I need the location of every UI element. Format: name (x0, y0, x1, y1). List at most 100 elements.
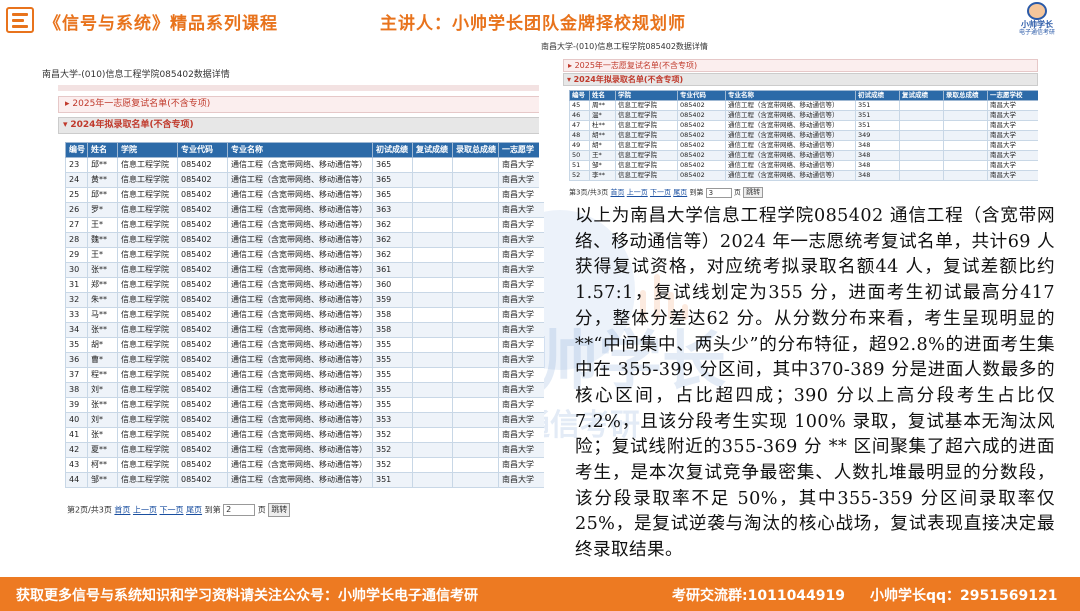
table-cell: 信息工程学院 (117, 427, 178, 443)
pager-prev-link[interactable]: 上一页 (627, 189, 648, 197)
column-header: 录取总成绩 (452, 142, 499, 158)
pager-last-link[interactable]: 尾页 (673, 189, 687, 197)
column-header: 复试成绩 (412, 142, 453, 158)
table-cell (412, 442, 453, 458)
pager-status: 第3页/共3页 (569, 188, 609, 197)
pager-jump-button[interactable]: 跳转 (268, 503, 291, 517)
table-pager: 第2页/共3页 首页 上一页 下一页 尾页 到第 2 页 跳转 (67, 503, 291, 517)
table-cell (412, 217, 453, 233)
panel-first-choice-2025[interactable]: ▸ 2025年一志愿复试名单(不含专项) (563, 59, 1038, 72)
pager-jump-button[interactable]: 跳转 (743, 187, 764, 198)
table-cell: 通信工程（含宽带网络、移动通信等） (227, 367, 373, 383)
table-cell: 351 (855, 110, 900, 121)
logo-name: 小帅学长 (1021, 20, 1053, 29)
table-cell (412, 457, 453, 473)
table-cell (899, 150, 944, 161)
table-cell: 通信工程（含宽带网络、移动通信等） (227, 217, 373, 233)
column-header: 学院 (117, 142, 178, 158)
table-cell: 周** (589, 100, 616, 111)
table-cell: 信息工程学院 (117, 412, 178, 428)
logo-subtitle: 电子通信考研 (1018, 29, 1055, 36)
pager-first-link[interactable]: 首页 (611, 189, 625, 197)
table-cell: 王* (87, 217, 118, 233)
table-cell: 085402 (177, 307, 228, 323)
table-cell: 王* (589, 150, 616, 161)
table-cell: 085402 (177, 172, 228, 188)
table-cell: 王* (87, 247, 118, 263)
panel-first-choice-2025[interactable]: ▸ 2025年一志愿复试名单(不含专项) (58, 96, 544, 113)
table-cell (452, 202, 499, 218)
table-cell (412, 172, 453, 188)
table-cell: 通信工程（含宽带网络、移动通信等） (227, 472, 373, 488)
table-cell: 信息工程学院 (117, 472, 178, 488)
table-cell: 南昌大学 (498, 202, 544, 218)
table-cell: 365 (372, 172, 413, 188)
table-row: 38 刘* 信息工程学院 085402 通信工程（含宽带网络、移动通信等） 355 南昌大学 (65, 382, 544, 398)
table-cell: 42 (65, 442, 88, 458)
table-cell: 南昌大学 (498, 217, 544, 233)
table-cell: 南昌大学 (498, 352, 544, 368)
table-cell (452, 217, 499, 233)
table-cell: 39 (65, 397, 88, 413)
pager-next-link[interactable]: 下一页 (160, 506, 184, 515)
table-cell: 23 (65, 157, 88, 173)
table-cell: 信息工程学院 (117, 187, 178, 203)
table-cell: 罗* (87, 202, 118, 218)
table-cell: 温* (589, 110, 616, 121)
table-cell: 南昌大学 (987, 130, 1038, 141)
table-row: 52 李** 信息工程学院 085402 通信工程（含宽带网络、移动通信等） 348 南昌大… (569, 170, 1038, 181)
table-row: 32 朱** 信息工程学院 085402 通信工程（含宽带网络、移动通信等） 359 南昌大… (65, 292, 544, 308)
table-cell: 085402 (177, 367, 228, 383)
table-row: 26 罗* 信息工程学院 085402 通信工程（含宽带网络、移动通信等） 363 南昌大学 (65, 202, 544, 218)
pager-page-input[interactable]: 3 (705, 187, 732, 198)
pager-prev-link[interactable]: 上一页 (133, 506, 157, 515)
pager-first-link[interactable]: 首页 (114, 506, 130, 515)
table-cell: 信息工程学院 (117, 262, 178, 278)
table-row: 47 杜** 信息工程学院 085402 通信工程（含宽带网络、移动通信等） 351 南昌大… (569, 120, 1038, 131)
table-cell: 信息工程学院 (117, 307, 178, 323)
table-cell: 45 (569, 100, 590, 111)
table-cell: 348 (855, 140, 900, 151)
table-cell: 南昌大学 (498, 472, 544, 488)
table-cell: 郑** (87, 277, 118, 293)
column-header: 编号 (569, 90, 590, 101)
pager-page-input[interactable]: 2 (223, 504, 256, 516)
table-cell: 信息工程学院 (615, 120, 678, 131)
column-header: 专业名称 (227, 142, 373, 158)
table-cell (943, 160, 988, 171)
table-cell: 348 (855, 150, 900, 161)
table-cell: 信息工程学院 (117, 337, 178, 353)
table-cell: 通信工程（含宽带网络、移动通信等） (725, 120, 856, 131)
panel-first-choice-label: 2025年一志愿复试名单(不含专项) (72, 99, 211, 109)
panel-admit-2024[interactable]: ▾ 2024年拟录取名单(不含专项) (563, 73, 1038, 86)
pager-last-link[interactable]: 尾页 (186, 506, 202, 515)
table-cell: 31 (65, 277, 88, 293)
table-cell: 359 (372, 292, 413, 308)
column-header: 姓名 (87, 142, 118, 158)
table-cell: 刘* (87, 382, 118, 398)
table-row: 29 王* 信息工程学院 085402 通信工程（含宽带网络、移动通信等） 362 南昌大学 (65, 247, 544, 263)
table-cell: 马** (87, 307, 118, 323)
page-footer: 获取更多信号与系统知识和学习资料请关注公众号：小帅学长电子通信考研 考研交流群:… (0, 577, 1080, 611)
table-cell: 胡* (589, 140, 616, 151)
table-cell: 信息工程学院 (117, 382, 178, 398)
table-cell: 085402 (177, 337, 228, 353)
table-cell (412, 352, 453, 368)
table-row: 28 魏** 信息工程学院 085402 通信工程（含宽带网络、移动通信等） 362 南昌大… (65, 232, 544, 248)
table-cell: 30 (65, 262, 88, 278)
table-cell: 通信工程（含宽带网络、移动通信等） (227, 412, 373, 428)
table-cell: 南昌大学 (498, 322, 544, 338)
table-cell: 363 (372, 202, 413, 218)
table-cell (943, 100, 988, 111)
table-cell (412, 232, 453, 248)
column-header: 复试成绩 (899, 90, 944, 101)
column-header: 编号 (65, 142, 88, 158)
table-cell: 张* (87, 427, 118, 443)
table-cell: 355 (372, 352, 413, 368)
column-header: 专业代码 (677, 90, 726, 101)
footer-follow-text: 获取更多信号与系统知识和学习资料请关注公众号：小帅学长电子通信考研 (16, 588, 478, 604)
table-cell: 通信工程（含宽带网络、移动通信等） (227, 157, 373, 173)
pager-next-link[interactable]: 下一页 (650, 189, 671, 197)
panel-admit-2024[interactable]: ▾ 2024年拟录取名单(不含专项) (58, 117, 544, 134)
table-row: 30 张** 信息工程学院 085402 通信工程（含宽带网络、移动通信等） 361 南昌大… (65, 262, 544, 278)
